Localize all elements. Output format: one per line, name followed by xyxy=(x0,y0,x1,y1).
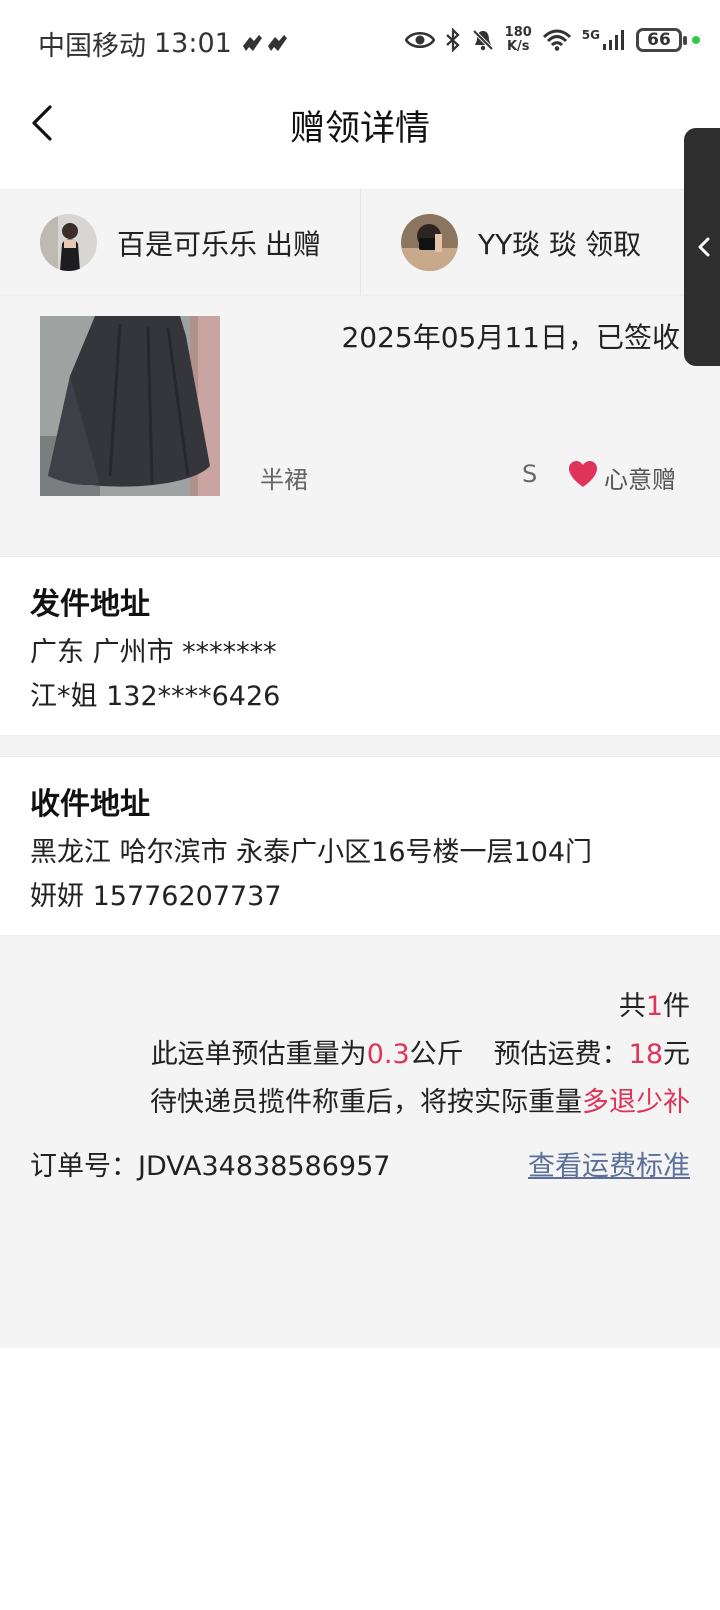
note-highlight: 多退少补 xyxy=(582,1087,690,1118)
receiver-name: YY琰 琰 xyxy=(478,227,578,261)
receiver-profile[interactable]: YY琰 琰 领取 xyxy=(360,190,720,295)
refund-note-line: 待快递员揽件称重后，将按实际重量多退少补 xyxy=(150,1080,690,1119)
receive-address-contact: 妍妍 15776207737 xyxy=(30,881,282,912)
gift-parties: 百是可乐乐 出赠 YY琰 琰 领取 xyxy=(0,189,720,296)
chevron-left-icon xyxy=(698,237,710,257)
giver-avatar[interactable] xyxy=(40,214,97,271)
heart-icon xyxy=(569,461,597,487)
wifi-icon xyxy=(542,29,571,51)
weight-fee-line: 此运单预估重量为0.3公斤 预估运费：18元 xyxy=(151,1032,690,1071)
weight-prefix: 此运单预估重量为 xyxy=(150,1039,367,1070)
receive-address-section: 收件地址 黑龙江 哈尔滨市 永泰广小区16号楼一层104门 妍妍 1577620… xyxy=(0,756,720,936)
bottom-blank-area xyxy=(0,1348,720,1610)
bluetooth-icon xyxy=(445,28,460,52)
order-number: 订单号：JDVA34838586957 xyxy=(30,1151,391,1182)
side-drawer-handle[interactable] xyxy=(684,128,720,366)
fee-unit: 元 xyxy=(663,1039,690,1070)
count-suffix: 件 xyxy=(663,991,690,1022)
app-notification-icon xyxy=(242,34,287,51)
status-left: 中国移动 13:01 xyxy=(38,24,290,63)
count-prefix: 共 xyxy=(618,991,646,1022)
receiver-avatar[interactable] xyxy=(401,214,458,271)
mute-bell-icon xyxy=(472,29,494,51)
giver-profile[interactable]: 百是可乐乐 出赠 xyxy=(0,190,360,295)
battery-icon: 66 xyxy=(636,28,687,52)
freight-standard-link[interactable]: 查看运费标准 xyxy=(528,1144,690,1183)
status-bar: 中国移动 13:01 180 K/s 5G 66 xyxy=(0,0,720,84)
clock: 13:01 xyxy=(154,28,232,59)
privacy-indicator-dot xyxy=(692,36,700,44)
send-address-contact: 江*姐 132****6426 xyxy=(30,681,281,712)
item-size: S xyxy=(522,460,538,488)
receive-address-title: 收件地址 xyxy=(30,787,150,822)
cellular-signal-icon: 5G xyxy=(582,28,626,52)
weight-unit: 公斤 xyxy=(409,1039,464,1070)
fee-prefix: 预估运费： xyxy=(493,1039,629,1070)
network-type: 5G xyxy=(581,28,600,42)
receive-address-region: 黑龙江 哈尔滨市 永泰广小区16号楼一层104门 xyxy=(30,837,593,868)
gift-item-card[interactable]: 2025年05月11日，已签收 半裙 S 心意赠 xyxy=(0,296,720,556)
item-name: 半裙 xyxy=(260,466,308,494)
carrier-label: 中国移动 xyxy=(38,31,146,62)
giver-name: 百是可乐乐 xyxy=(117,227,258,261)
freight-info-section: 共1件 此运单预估重量为0.3公斤 预估运费：18元 待快递员揽件称重后，将按实际… xyxy=(0,936,720,1348)
item-count: 1 xyxy=(645,991,663,1022)
status-right: 180 K/s 5G 66 xyxy=(404,26,700,54)
eye-icon xyxy=(404,32,435,48)
network-speed: 180 K/s xyxy=(505,26,532,54)
estimated-weight: 0.3 xyxy=(366,1039,410,1070)
item-count-line: 共1件 xyxy=(619,984,690,1023)
gift-type-label: 心意赠 xyxy=(604,466,676,494)
page-title: 赠领详情 xyxy=(289,109,430,149)
speed-value: 180 xyxy=(504,25,532,40)
send-address-section: 发件地址 广东 广州市 ******* 江*姐 132****6426 xyxy=(0,556,720,736)
item-date-status: 2025年05月11日，已签收 xyxy=(341,321,680,354)
nav-header: 赠领详情 xyxy=(0,84,720,189)
section-divider xyxy=(0,736,720,756)
receiver-action: 领取 xyxy=(585,227,642,261)
send-address-region: 广东 广州市 ******* xyxy=(30,637,277,668)
speed-unit: K/s xyxy=(506,39,530,54)
send-address-title: 发件地址 xyxy=(30,587,150,622)
giver-action: 出赠 xyxy=(265,227,322,261)
note-prefix: 待快递员揽件称重后，将按实际重量 xyxy=(150,1087,582,1118)
estimated-fee: 18 xyxy=(628,1039,663,1070)
item-photo[interactable] xyxy=(40,316,220,496)
